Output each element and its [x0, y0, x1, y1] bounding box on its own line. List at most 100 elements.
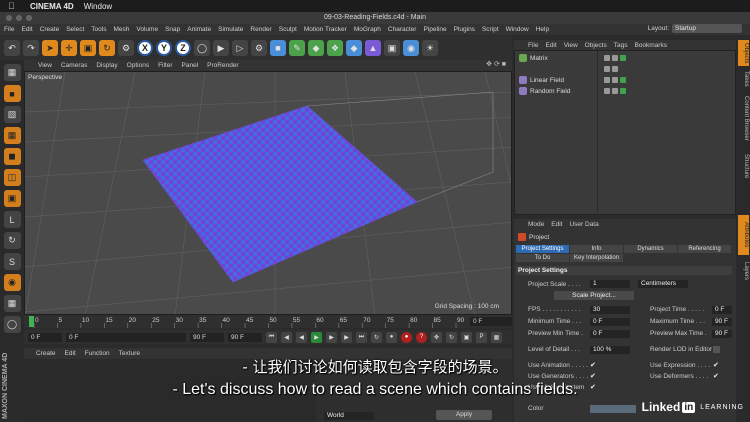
object-row-matrix[interactable]: Matrix	[519, 53, 659, 63]
attribute-tab-key-interpolation[interactable]: Key Interpolation	[570, 254, 623, 262]
object-menu-edit[interactable]: Edit	[545, 42, 556, 49]
minimize-window-button[interactable]	[16, 15, 22, 21]
scene-icon[interactable]: ▣	[384, 40, 400, 56]
render-view-icon[interactable]: ▶	[213, 40, 229, 56]
point-level-key-icon[interactable]: ▦	[491, 331, 502, 343]
timeline-ruler[interactable]: 0 5 10 15 20 25 30 35 40 45 50 55 60 65 70 75 80 85 90 0 F	[24, 315, 512, 328]
recent-tools-icon[interactable]: ⚙	[118, 40, 134, 56]
min-frame-field[interactable]: 0 F	[66, 332, 186, 342]
scale-project-button[interactable]: Scale Project...	[554, 291, 634, 300]
close-window-button[interactable]	[6, 15, 12, 21]
menu-simulate[interactable]: Simulate	[218, 26, 243, 33]
menu-mesh[interactable]: Mesh	[113, 26, 129, 33]
attribute-menu-edit[interactable]: Edit	[551, 221, 562, 228]
next-frame-icon[interactable]: ▶	[326, 331, 337, 343]
checkbox-2[interactable]: ✔	[590, 384, 597, 391]
object-menu-tags[interactable]: Tags	[614, 42, 628, 49]
material-menu-create[interactable]: Create	[36, 350, 56, 357]
object-row-linear-field[interactable]: Linear Field	[519, 75, 659, 85]
playhead[interactable]	[29, 316, 34, 327]
menu-create[interactable]: Create	[40, 26, 60, 33]
model-mode-icon[interactable]: ■	[3, 85, 21, 102]
rotate-key-icon[interactable]: ↻	[446, 331, 457, 343]
pen-icon[interactable]: ✎	[289, 40, 305, 56]
record-icon[interactable]: ●	[386, 331, 397, 343]
viewport-menu-display[interactable]: Display	[96, 62, 117, 69]
attribute-tab-referencing[interactable]: Referencing	[678, 245, 731, 253]
render-lod-checkbox[interactable]	[713, 346, 720, 353]
menu-window[interactable]: Window	[506, 26, 529, 33]
viewport-menu-options[interactable]: Options	[127, 62, 149, 69]
autokey-icon[interactable]: ●	[401, 331, 412, 343]
right-field-value-0[interactable]: 0 F	[712, 306, 732, 314]
menu-character[interactable]: Character	[388, 26, 417, 33]
menu-file[interactable]: File	[4, 26, 14, 33]
mac-window-menu[interactable]: Window	[84, 2, 112, 11]
scale-key-icon[interactable]: ▣	[461, 331, 472, 343]
object-menu-view[interactable]: View	[564, 42, 578, 49]
viewport-menu-cameras[interactable]: Cameras	[61, 62, 87, 69]
current-frame-field[interactable]: 0 F	[470, 317, 512, 326]
workplane-lock-icon[interactable]: ▦	[3, 295, 21, 312]
menu-script[interactable]: Script	[482, 26, 499, 33]
x-axis-lock-button[interactable]: X	[137, 40, 153, 56]
previous-frame-icon[interactable]: ◀	[296, 331, 307, 343]
material-manager-area[interactable]	[24, 359, 316, 422]
object-menu-bookmarks[interactable]: Bookmarks	[634, 42, 667, 49]
start-frame-field[interactable]: 0 F	[28, 332, 62, 342]
object-row-random-field[interactable]: Random Field	[519, 86, 659, 96]
object-name[interactable]: Random Field	[530, 88, 570, 95]
right-field-value-1[interactable]: 90 F	[712, 318, 732, 326]
y-axis-lock-button[interactable]: Y	[156, 40, 172, 56]
attribute-menu-mode[interactable]: Mode	[528, 221, 544, 228]
scale-icon[interactable]: ▣	[80, 40, 96, 56]
tweak-mode-icon[interactable]: ↻	[3, 232, 21, 249]
edges-mode-icon[interactable]: ◫	[3, 169, 21, 186]
attribute-tab-dynamics[interactable]: Dynamics	[624, 245, 677, 253]
field-icon[interactable]: ◆	[346, 40, 362, 56]
undo-icon[interactable]: ↶	[4, 40, 20, 56]
next-key-icon[interactable]: ▶	[341, 331, 352, 343]
viewport-menu-filter[interactable]: Filter	[158, 62, 172, 69]
go-to-start-icon[interactable]: ⏮	[266, 331, 277, 343]
menu-pipeline[interactable]: Pipeline	[423, 26, 446, 33]
object-visibility-flags[interactable]	[604, 55, 626, 61]
object-name[interactable]: Linear Field	[530, 77, 564, 84]
live-selection-icon[interactable]: ➤	[42, 40, 58, 56]
light-icon[interactable]: ☀	[422, 40, 438, 56]
viewport-menu-panel[interactable]: Panel	[182, 62, 199, 69]
apple-icon[interactable]: 	[8, 0, 20, 12]
apply-button[interactable]: Apply	[436, 410, 492, 420]
sculpt-icon[interactable]: ◉	[3, 274, 21, 291]
checkbox-4[interactable]: ✔	[713, 373, 720, 380]
attribute-tab-to-do[interactable]: To Do	[516, 254, 569, 262]
render-settings-icon[interactable]: ⚙	[251, 40, 267, 56]
color-swatch[interactable]	[590, 405, 636, 413]
menu-render[interactable]: Render	[250, 26, 271, 33]
checkbox-1[interactable]: ✔	[590, 373, 597, 380]
menu-help[interactable]: Help	[536, 26, 549, 33]
object-menu-objects[interactable]: Objects	[585, 42, 607, 49]
menu-plugins[interactable]: Plugins	[454, 26, 475, 33]
max-frame-field[interactable]: 90 F	[228, 332, 262, 342]
object-visibility-flags[interactable]	[604, 88, 626, 94]
menu-sculpt[interactable]: Sculpt	[279, 26, 297, 33]
previous-key-icon[interactable]: ◀	[281, 331, 292, 343]
viewport-menu-view[interactable]: View	[38, 62, 52, 69]
layout-dropdown[interactable]: Startup	[672, 24, 742, 33]
object-name[interactable]: Matrix	[530, 55, 548, 62]
field-value-0[interactable]: 30	[590, 306, 630, 314]
rotate-icon[interactable]: ↻	[99, 40, 115, 56]
attribute-menu-user-data[interactable]: User Data	[569, 221, 598, 228]
menu-edit[interactable]: Edit	[21, 26, 32, 33]
object-menu-file[interactable]: File	[528, 42, 538, 49]
menu-mograph[interactable]: MoGraph	[354, 26, 381, 33]
redo-icon[interactable]: ↷	[23, 40, 39, 56]
checkbox-3[interactable]: ✔	[713, 362, 720, 369]
viewport-perspective[interactable]: Perspective Grid Spacing : 100 cm	[24, 71, 512, 315]
object-visibility-flags[interactable]	[604, 66, 618, 72]
dock-tab-objects[interactable]: Objects	[738, 40, 749, 66]
zoom-window-button[interactable]	[26, 15, 32, 21]
coordinate-system-icon[interactable]: ◯	[194, 40, 210, 56]
texture-mode-icon[interactable]: ▧	[3, 106, 21, 123]
